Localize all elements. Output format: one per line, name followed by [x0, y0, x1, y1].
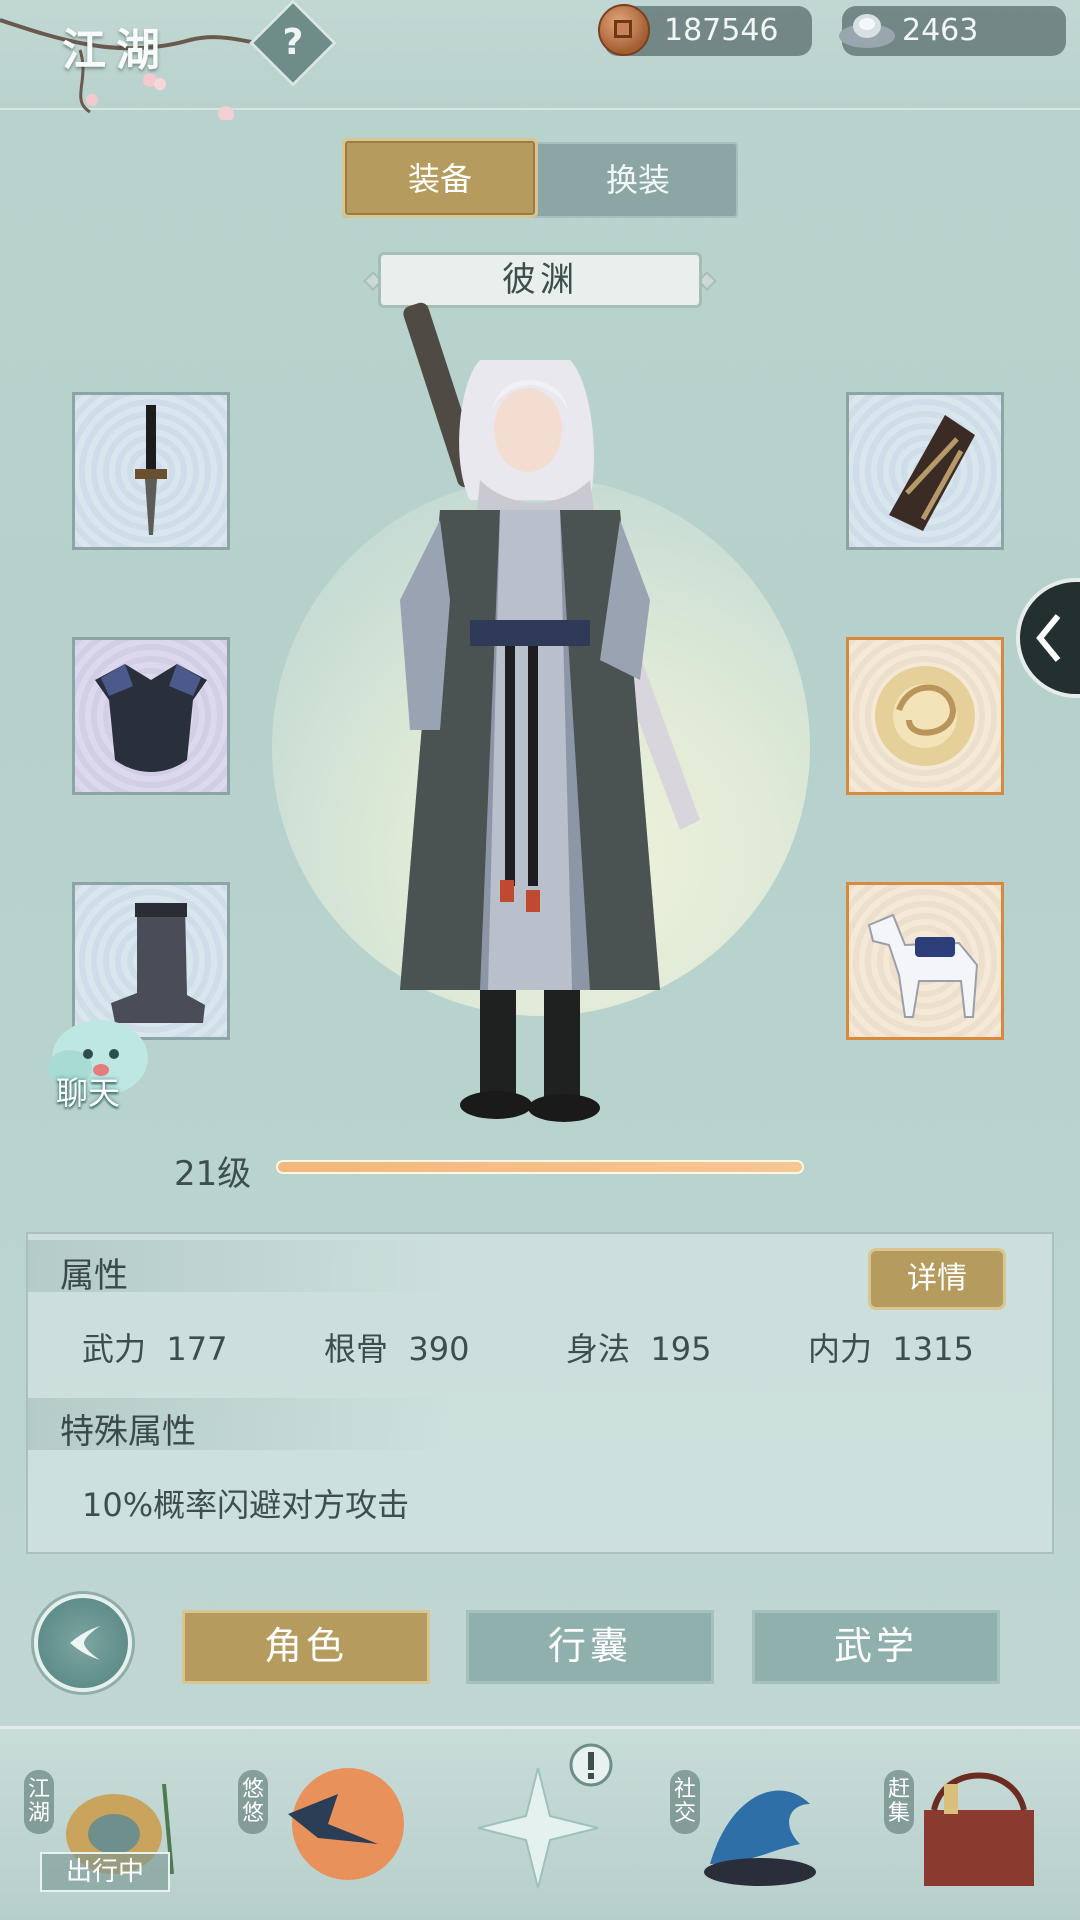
nav-role[interactable]: 角色 [182, 1610, 430, 1684]
dock-market[interactable]: 赶集 [884, 1754, 1064, 1904]
sword-icon [135, 405, 167, 535]
silver-ingot-icon [839, 14, 895, 48]
copper-amount: 187546 [664, 13, 779, 48]
nav-inventory[interactable]: 行囊 [466, 1610, 714, 1684]
alert-icon [569, 1743, 613, 1787]
market-basket-icon [924, 1772, 1034, 1886]
nav-martial-arts[interactable]: 武学 [752, 1610, 1000, 1684]
dock-label-market: 赶集 [884, 1770, 914, 1834]
horse-icon [867, 913, 979, 1018]
chat-label: 聊天 [56, 1074, 121, 1112]
armor-icon [95, 664, 207, 772]
tab-outfit[interactable]: 换装 [540, 142, 736, 218]
dock-social[interactable]: 社交 [670, 1754, 850, 1904]
chevron-left-icon [1036, 614, 1061, 662]
stat-name: 内力 [808, 1330, 873, 1368]
tab-outfit-label: 换装 [605, 161, 670, 199]
page-title: 江湖 [62, 25, 170, 76]
slot-armor[interactable] [72, 637, 230, 795]
character-level: 21级 [174, 1154, 252, 1194]
slot-pendant[interactable] [846, 637, 1004, 795]
stat-strength: 武力 177 [82, 1324, 227, 1370]
slot-bracer[interactable] [846, 392, 1004, 550]
stat-value: 1315 [892, 1330, 974, 1368]
back-arrow-icon [70, 1626, 100, 1660]
slot-weapon[interactable] [72, 392, 230, 550]
copper-coin-icon [598, 4, 650, 56]
stat-name: 根骨 [324, 1330, 389, 1368]
jade-pendant-icon [875, 666, 975, 766]
stat-inner-power: 内力 1315 [808, 1324, 974, 1370]
silver-amount: 2463 [902, 13, 979, 48]
tab-equipment[interactable]: 装备 [342, 138, 538, 218]
tab-equipment-label: 装备 [407, 160, 472, 198]
character-model [400, 302, 700, 1122]
dock-label-social: 社交 [670, 1770, 700, 1834]
back-button[interactable] [34, 1594, 132, 1692]
outing-status: 出行中 [40, 1852, 170, 1892]
details-button[interactable]: 详情 [868, 1248, 1006, 1310]
bracer-icon [889, 415, 975, 531]
special-attributes-title: 特殊属性 [60, 1412, 196, 1452]
stat-agility: 身法 195 [566, 1324, 711, 1370]
swallow-icon [288, 1768, 404, 1880]
stat-value: 390 [408, 1330, 470, 1368]
slot-mount[interactable] [846, 882, 1004, 1040]
side-panel-toggle[interactable] [1016, 578, 1080, 698]
wave-icon [704, 1790, 816, 1886]
dock-center[interactable] [468, 1743, 618, 1904]
dock-youyou[interactable]: 悠悠 [238, 1754, 418, 1904]
dock-label-youyou: 悠悠 [238, 1770, 268, 1834]
stat-name: 身法 [566, 1330, 631, 1368]
help-icon: ? [282, 22, 304, 63]
attributes-title: 属性 [60, 1256, 128, 1296]
stat-value: 195 [650, 1330, 712, 1368]
stat-value: 177 [166, 1330, 228, 1368]
xp-bar [276, 1160, 804, 1174]
special-attribute-text: 10%概率闪避对方攻击 [82, 1486, 410, 1524]
stat-constitution: 根骨 390 [324, 1324, 469, 1370]
stat-name: 武力 [82, 1330, 147, 1368]
xp-bar-fill [278, 1162, 802, 1172]
dock-label-jianghu: 江湖 [24, 1770, 54, 1834]
